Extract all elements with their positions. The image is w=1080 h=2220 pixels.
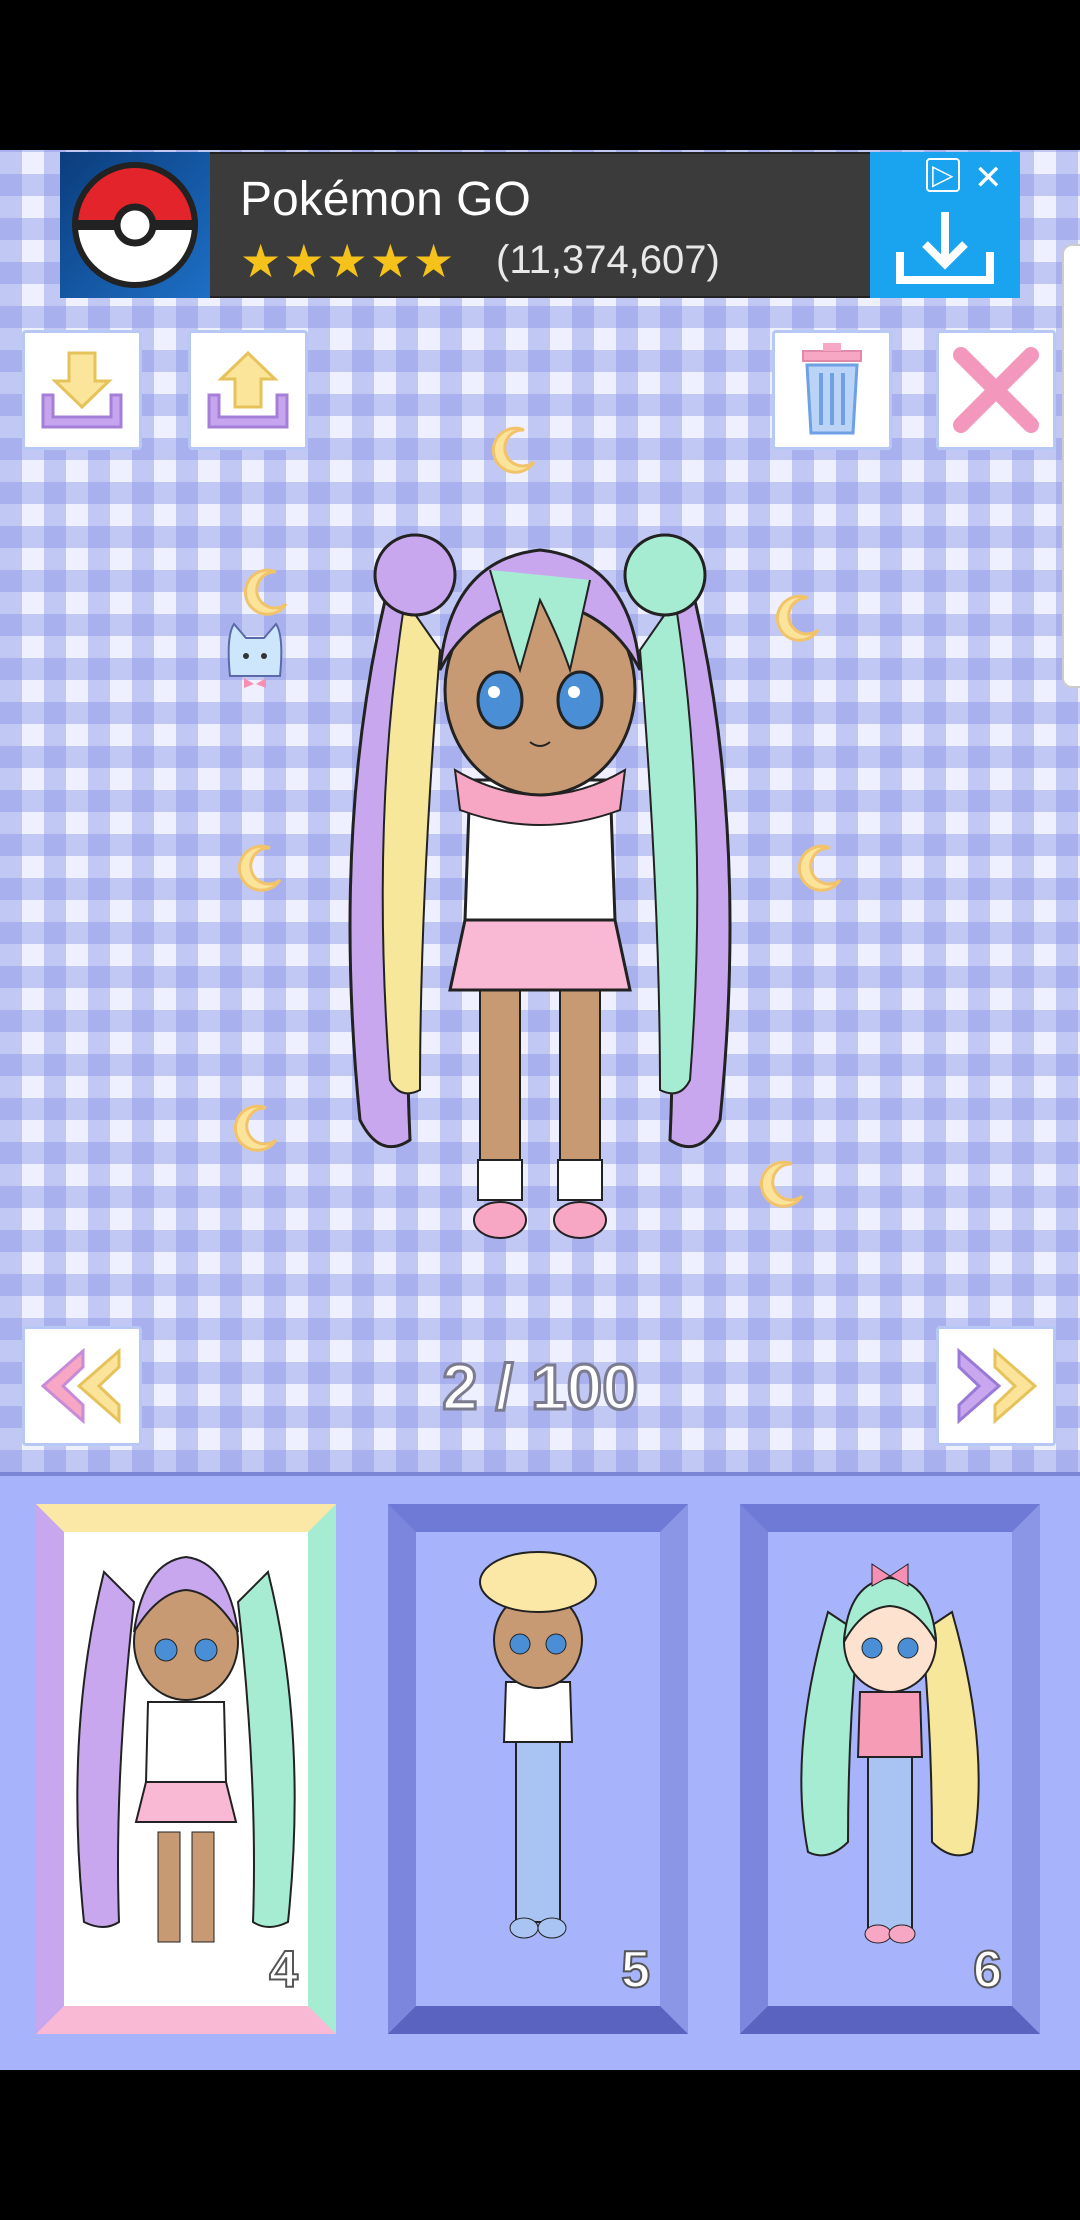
status-bar [0, 0, 1080, 150]
slot-card-4[interactable]: 4 [36, 1504, 336, 2034]
double-chevron-right-icon [957, 1347, 1038, 1425]
pokeball-app-icon[interactable] [60, 152, 210, 298]
trash-icon [802, 343, 862, 435]
prev-page-button[interactable] [22, 1326, 142, 1446]
delete-button[interactable] [772, 330, 892, 450]
double-chevron-left-icon [40, 1347, 121, 1425]
save-button[interactable] [22, 330, 142, 450]
slot-card-5[interactable]: 5 [388, 1504, 688, 2034]
page-indicator: 2 / 100 [441, 1350, 640, 1425]
upload-tray-icon [207, 350, 289, 429]
edge-panel-handle[interactable] [1062, 244, 1080, 688]
next-page-button[interactable] [936, 1326, 1056, 1446]
slot-number: 5 [620, 1940, 651, 2000]
adchoices-icon[interactable]: ▷ [926, 158, 960, 192]
download-tray-icon [41, 351, 123, 429]
navigation-bar [0, 2070, 1080, 2220]
moon-icon [796, 842, 846, 897]
character-thumbnail [76, 1555, 296, 1943]
cat-sticker-icon [222, 616, 288, 695]
character-thumbnail [800, 1563, 980, 1944]
ad-title[interactable]: Pokémon GO [240, 172, 531, 227]
moon-icon [490, 424, 540, 479]
close-x-icon [953, 347, 1039, 433]
ad-close-icon[interactable]: ✕ [974, 158, 1003, 198]
moon-icon [242, 566, 292, 621]
load-button[interactable] [188, 330, 308, 450]
slot-card-6[interactable]: 6 [740, 1504, 1040, 2034]
slot-number: 6 [972, 1940, 1003, 2000]
ad-stars: ★★★★★ [240, 235, 457, 287]
moon-icon [232, 1102, 282, 1157]
character-thumbnail [479, 1551, 597, 1939]
close-button[interactable] [936, 330, 1056, 450]
moon-icon [758, 1158, 808, 1213]
slot-number: 4 [268, 1940, 299, 2000]
moon-icon [774, 592, 824, 647]
ad-rating-count: (11,374,607) [496, 238, 720, 282]
moon-icon [236, 842, 286, 897]
character-preview[interactable] [330, 520, 750, 1265]
